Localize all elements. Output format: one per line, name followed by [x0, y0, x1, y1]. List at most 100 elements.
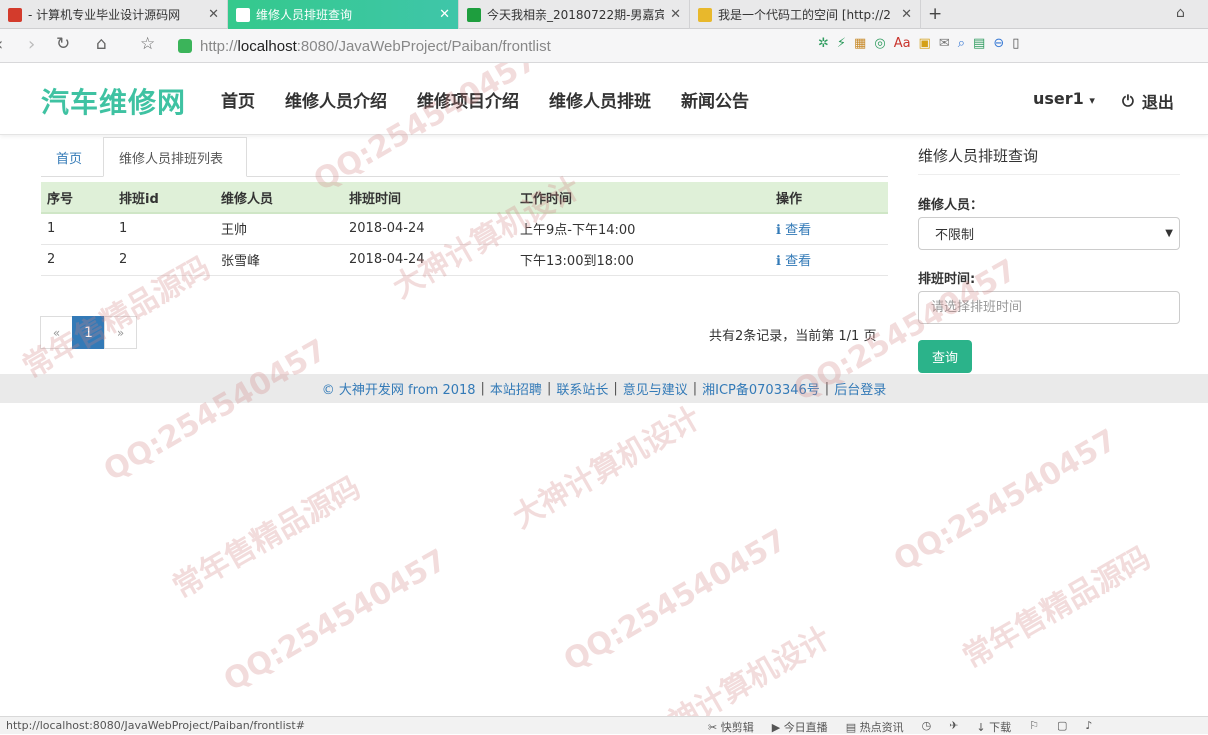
nav-item-schedule[interactable]: 维修人员排班 — [549, 87, 651, 112]
extension-icon[interactable]: ✲ — [818, 36, 829, 51]
cell-person: 王帅 — [215, 213, 343, 245]
apps-grid-icon[interactable]: ▦ — [854, 36, 866, 51]
cell-id: 2 — [113, 244, 215, 276]
refresh-icon[interactable]: ↻ — [56, 34, 70, 54]
watermark-text: 常年售精品源码 — [167, 470, 367, 606]
browser-tab[interactable]: - 计算机专业毕业设计源码网 ✕ — [0, 0, 228, 29]
page-1-button[interactable]: 1 — [72, 316, 105, 349]
close-icon[interactable]: ✕ — [208, 7, 219, 22]
browser-tab-active[interactable]: 维修人员排班查询 ✕ — [228, 0, 459, 29]
close-icon[interactable]: ✕ — [670, 7, 681, 22]
person-select-value: 不限制 — [935, 228, 975, 243]
tab-title: - 计算机专业毕业设计源码网 — [28, 8, 181, 22]
footer-link-icp[interactable]: 湘ICP备0703346号 — [702, 379, 820, 398]
phone-icon[interactable]: ▯ — [1012, 36, 1019, 51]
news-tool[interactable]: ▤ 热点资讯 — [846, 719, 904, 735]
site-favicon-icon — [8, 7, 22, 22]
watermark-text: 大神计算机设计 — [637, 620, 837, 716]
live-tool[interactable]: ▶ 今日直播 — [772, 719, 828, 735]
view-link[interactable]: ℹ 查看 — [776, 254, 811, 269]
query-panel-title: 维修人员排班查询 — [918, 145, 1180, 175]
status-url: http://localhost:8080/JavaWebProject/Pai… — [6, 719, 305, 732]
mail-icon[interactable]: ✉ — [939, 36, 950, 51]
footer-link-admin[interactable]: 后台登录 — [834, 379, 886, 398]
volume-icon[interactable]: ♪ — [1085, 719, 1092, 735]
forward-icon[interactable]: › — [28, 34, 35, 55]
search-icon[interactable]: ⌕ — [958, 36, 965, 51]
view-label: 查看 — [785, 223, 812, 239]
column-header: 排班id — [113, 182, 215, 214]
next-page-button[interactable]: » — [104, 316, 137, 349]
column-header: 工作时间 — [514, 182, 770, 214]
browser-tab[interactable]: 我是一个代码工的空间 [http://2 ✕ — [690, 0, 921, 29]
download-icon: ↓ — [976, 721, 990, 734]
pin-icon[interactable]: ✈ — [949, 719, 958, 735]
site-header: 汽车维修网 首页 维修人员介绍 维修项目介绍 维修人员排班 新闻公告 user1… — [0, 63, 1208, 135]
history-icon[interactable]: ◷ — [922, 719, 932, 735]
divider: | — [824, 381, 830, 396]
footer-link-jobs[interactable]: 本站招聘 — [490, 379, 542, 398]
user-menu[interactable]: user1 ▾ — [1033, 89, 1095, 108]
divider: | — [613, 381, 618, 396]
query-button[interactable]: 查询 — [918, 340, 972, 373]
play-icon: ▶ — [771, 721, 784, 734]
flag-icon[interactable]: ⚐ — [1029, 719, 1039, 735]
watermark-text: QQ:254540457 — [558, 522, 793, 679]
gift-icon[interactable]: ▣ — [919, 36, 931, 51]
view-link[interactable]: ℹ 查看 — [776, 223, 811, 238]
url-prefix: http:// — [200, 37, 238, 55]
watermark-text: 大神计算机设计 — [507, 400, 707, 536]
person-select[interactable]: 不限制 ▼ — [918, 217, 1180, 250]
bookmark-star-icon[interactable]: ☆ — [140, 34, 155, 54]
reader-icon[interactable]: ▤ — [973, 36, 985, 51]
browser-status-bar: http://localhost:8080/JavaWebProject/Pai… — [0, 716, 1208, 734]
download-tool[interactable]: ↓ 下载 — [976, 719, 1011, 735]
close-icon[interactable]: ✕ — [439, 7, 450, 22]
nav-item-projects[interactable]: 维修项目介绍 — [417, 87, 519, 112]
footer-link-contact[interactable]: 联系站长 — [556, 379, 608, 398]
prev-page-button[interactable]: « — [40, 316, 73, 349]
cell-action: ℹ 查看 — [770, 244, 888, 276]
minus-circle-icon[interactable]: ⊖ — [993, 36, 1004, 51]
security-shield-icon — [178, 39, 192, 53]
back-icon[interactable]: ‹ — [0, 34, 3, 55]
clip-label: 快剪辑 — [720, 721, 754, 734]
footer-copyright[interactable]: © 大神开发网 from 2018 — [322, 379, 476, 398]
url-field[interactable]: http://localhost:8080/JavaWebProject/Pai… — [178, 35, 551, 57]
nav-item-staff[interactable]: 维修人员介绍 — [285, 87, 387, 112]
page-icon — [236, 7, 250, 22]
footer-link-feedback[interactable]: 意见与建议 — [623, 379, 688, 398]
cell-date: 2018-04-24 — [343, 213, 514, 245]
shield-icon[interactable]: ◎ — [874, 36, 885, 51]
nav-item-news[interactable]: 新闻公告 — [681, 87, 749, 112]
star-favicon-icon — [698, 7, 712, 22]
watermark-text: QQ:254540457 — [218, 542, 453, 699]
tab-schedule-list[interactable]: 维修人员排班列表 — [103, 137, 247, 177]
cell-person: 张雪峰 — [215, 244, 343, 276]
restore-window-icon[interactable]: ⌂ — [1176, 5, 1185, 21]
lightning-icon[interactable]: ⚡ — [837, 36, 846, 51]
new-tab-plus-icon[interactable]: + — [928, 4, 942, 24]
window-icon[interactable]: ▢ — [1057, 719, 1067, 735]
site-logo[interactable]: 汽车维修网 — [41, 81, 186, 121]
live-label: 今日直播 — [783, 721, 828, 734]
column-header: 操作 — [770, 182, 888, 214]
close-icon[interactable]: ✕ — [901, 7, 912, 22]
nav-item-home[interactable]: 首页 — [221, 87, 255, 112]
cell-work-time: 上午9点-下午14:00 — [514, 213, 770, 245]
date-input[interactable] — [918, 291, 1180, 324]
main-nav: 首页 维修人员介绍 维修项目介绍 维修人员排班 新闻公告 — [221, 87, 779, 112]
clip-tool[interactable]: ✂ 快剪辑 — [708, 719, 754, 735]
tab-title: 今天我相亲_20180722期-男嘉宾 — [487, 8, 665, 22]
browser-tab[interactable]: 今天我相亲_20180722期-男嘉宾 ✕ — [459, 0, 690, 29]
translate-icon[interactable]: Aa — [894, 36, 911, 51]
column-header: 维修人员 — [215, 182, 343, 214]
logout-link[interactable]: ⏻ 退出 — [1122, 89, 1174, 113]
logout-label: 退出 — [1141, 93, 1174, 112]
home-icon[interactable]: ⌂ — [96, 34, 107, 54]
chevron-down-icon: ▾ — [1089, 94, 1095, 107]
table-header-row: 序号 排班id 维修人员 排班时间 工作时间 操作 — [41, 182, 888, 214]
cell-work-time: 下午13:00到18:00 — [514, 244, 770, 276]
url-path: :8080/JavaWebProject/Paiban/frontlist — [296, 37, 551, 55]
tab-home[interactable]: 首页 — [41, 137, 97, 177]
